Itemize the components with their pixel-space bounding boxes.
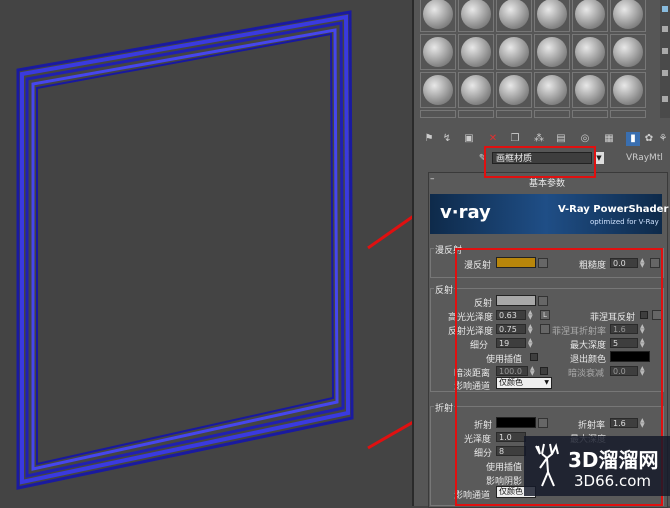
material-preview-sphere [461,75,491,105]
reset-map-icon[interactable]: ✕ [486,132,500,146]
material-slot[interactable] [610,110,646,118]
material-slot[interactable] [610,0,646,32]
annotation-arrow-top [367,215,412,250]
go-to-parent-icon[interactable]: ✿ [642,132,656,146]
material-slot[interactable] [496,0,532,32]
show-end-result-icon[interactable]: ▮ [626,132,640,146]
side-tool-strip [660,0,670,118]
watermark: 3D溜溜网 3D66.com [524,436,670,496]
material-preview-sphere [423,75,453,105]
material-preview-sphere [423,0,453,29]
get-material-icon[interactable]: ⚑ [422,132,436,146]
put-to-scene-icon[interactable]: ↯ [440,132,454,146]
material-slot[interactable] [458,34,494,70]
sample-type-icon[interactable] [662,6,668,12]
vray-logo: v·ray [440,202,491,223]
material-slot[interactable] [420,110,456,118]
picture-frame-model [16,10,412,490]
material-slot[interactable] [420,0,456,32]
annotation-arrow-bottom [367,420,412,450]
vray-banner-title: V-Ray PowerShader [558,204,669,215]
assign-to-selection-icon[interactable]: ▣ [462,132,476,146]
vray-banner-subtitle: optimized for V-Ray [590,218,659,226]
viewport[interactable] [0,0,412,506]
material-preview-sphere [461,37,491,67]
material-preview-sphere [461,0,491,29]
make-unique-icon[interactable]: ⁂ [532,132,546,146]
material-preview-sphere [575,75,605,105]
go-forward-sibling-icon[interactable]: ⚘ [656,132,670,146]
material-preview-sphere [499,37,529,67]
vray-banner: v·ray V-Ray PowerShader optimized for V-… [430,194,668,234]
material-preview-sphere [537,75,567,105]
material-id-channel-icon[interactable]: ◎ [578,132,592,146]
material-type-button[interactable]: VRayMtl [626,153,663,163]
material-slot[interactable] [534,34,570,70]
uv-tiling-icon[interactable] [662,70,668,76]
material-preview-sphere [537,0,567,29]
backlight-icon[interactable] [662,26,668,32]
material-preview-sphere [613,37,643,67]
material-preview-sphere [613,0,643,29]
material-preview-sphere [499,0,529,29]
refraction-group-title: 折射 [434,401,455,414]
rollout-toggle-icon[interactable]: – [430,174,435,184]
material-slot[interactable] [496,72,532,108]
copy-material-icon[interactable]: ❐ [508,132,522,146]
material-preview-sphere [499,75,529,105]
put-to-library-icon[interactable]: ▤ [554,132,568,146]
material-preview-sphere [575,37,605,67]
material-slot[interactable] [534,110,570,118]
video-check-icon[interactable] [662,96,668,102]
background-icon[interactable] [662,48,668,54]
material-slot[interactable] [420,72,456,108]
material-slot[interactable] [458,110,494,118]
deer-logo-icon [535,443,559,487]
material-slot[interactable] [534,72,570,108]
material-slot[interactable] [572,72,608,108]
material-slot[interactable] [496,34,532,70]
material-slot[interactable] [610,72,646,108]
material-slot[interactable] [458,72,494,108]
material-slot[interactable] [458,0,494,32]
material-preview-sphere [613,75,643,105]
material-slot[interactable] [420,34,456,70]
material-slot[interactable] [610,34,646,70]
material-slot[interactable] [572,34,608,70]
material-name-highlight [484,146,596,178]
material-preview-sphere [537,37,567,67]
show-map-icon[interactable]: ▦ [602,132,616,146]
material-preview-sphere [423,37,453,67]
material-slot[interactable] [534,0,570,32]
material-slot[interactable] [496,110,532,118]
material-slot[interactable] [572,110,608,118]
material-slot[interactable] [572,0,608,32]
watermark-brand: 3D溜溜网 [568,448,659,472]
material-preview-sphere [575,0,605,29]
watermark-url: 3D66.com [574,472,651,490]
reflection-group-title: 反射 [434,283,455,296]
